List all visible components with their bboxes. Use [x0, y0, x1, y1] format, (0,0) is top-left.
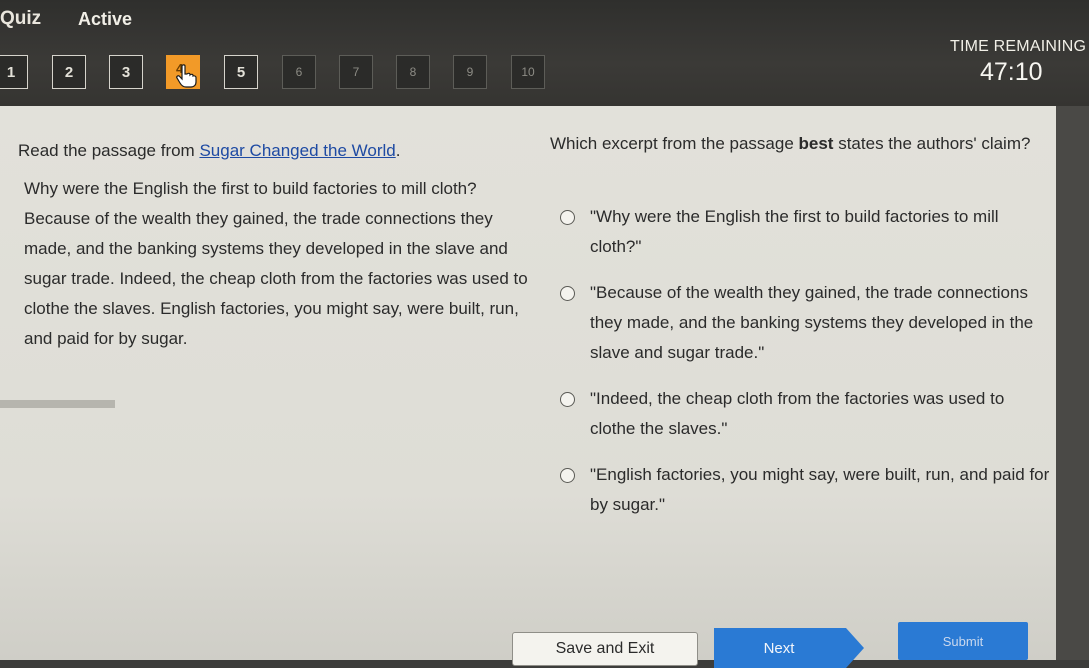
radio-button[interactable]: [560, 392, 575, 407]
question-button-2[interactable]: 2: [52, 55, 86, 89]
passage-text: Why were the English the first to build …: [24, 179, 528, 348]
question-button-8[interactable]: 8: [396, 55, 430, 89]
quiz-status: Active: [78, 9, 133, 29]
passage-section: Read the passage from Sugar Changed the …: [18, 136, 538, 354]
question-prompt: Which excerpt from the passage best stat…: [550, 128, 1050, 160]
save-and-exit-button[interactable]: Save and Exit: [512, 632, 698, 666]
timer-value: 47:10: [980, 58, 1043, 86]
radio-button[interactable]: [560, 286, 575, 301]
question-button-10[interactable]: 10: [511, 55, 545, 89]
next-button[interactable]: Next: [714, 628, 864, 668]
app-brand: Quiz: [0, 8, 42, 29]
radio-button[interactable]: [560, 210, 575, 225]
answer-option-3[interactable]: "Indeed, the cheap cloth from the factor…: [560, 384, 1050, 444]
passage-source-link[interactable]: Sugar Changed the World: [199, 141, 395, 160]
question-emphasis: best: [798, 134, 834, 153]
answer-option-text: "English factories, you might say, were …: [590, 465, 1050, 514]
question-prefix: Which excerpt from the passage: [550, 134, 799, 153]
question-button-4-current[interactable]: 4: [166, 55, 200, 89]
pointer-hand-icon: [176, 64, 197, 88]
answer-options: "Why were the English the first to build…: [560, 202, 1050, 536]
answer-option-text: "Indeed, the cheap cloth from the factor…: [590, 389, 1005, 438]
submit-button[interactable]: Submit: [898, 622, 1028, 660]
question-button-6[interactable]: 6: [282, 55, 316, 89]
question-button-9[interactable]: 9: [453, 55, 487, 89]
passage-intro: Read the passage from Sugar Changed the …: [18, 136, 538, 166]
answer-option-1[interactable]: "Why were the English the first to build…: [560, 202, 1050, 262]
panel-divider: [0, 400, 115, 408]
timer-label: TIME REMAINING: [950, 38, 1087, 55]
question-button-3[interactable]: 3: [109, 55, 143, 89]
answer-option-4[interactable]: "English factories, you might say, were …: [560, 460, 1050, 520]
question-button-7[interactable]: 7: [339, 55, 373, 89]
answer-option-text: "Because of the wealth they gained, the …: [590, 283, 1034, 362]
passage-intro-prefix: Read the passage from: [18, 141, 200, 160]
passage-intro-suffix: .: [395, 141, 401, 160]
answer-option-text: "Why were the English the first to build…: [590, 207, 999, 256]
question-button-5[interactable]: 5: [224, 55, 258, 89]
radio-button[interactable]: [560, 468, 575, 483]
question-button-1[interactable]: 1: [0, 55, 28, 89]
header-bar: Quiz Active 1 2 3 4 5 6 7 8 9 10 TIME RE…: [0, 0, 1089, 106]
question-suffix: states the authors' claim?: [833, 134, 1031, 153]
panel-edge: [1056, 106, 1089, 660]
answer-option-2[interactable]: "Because of the wealth they gained, the …: [560, 278, 1050, 368]
